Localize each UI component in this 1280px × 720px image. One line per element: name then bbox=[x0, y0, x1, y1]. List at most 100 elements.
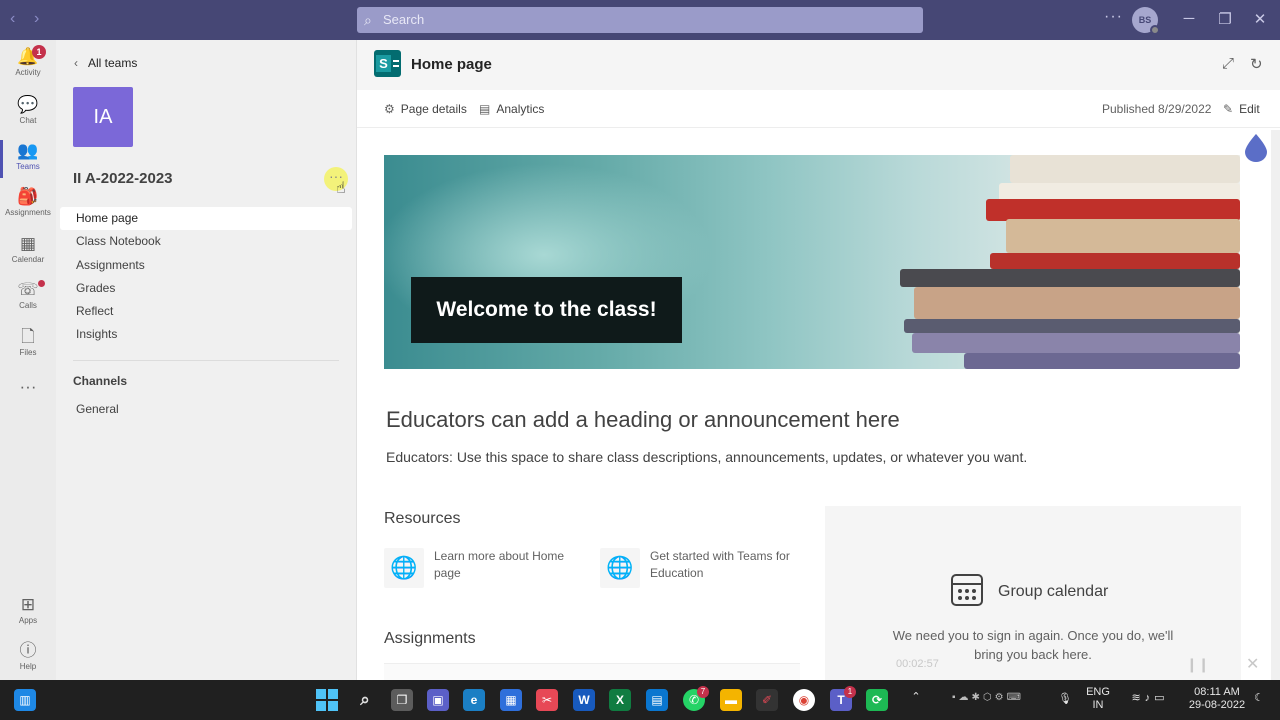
gear-icon: ⚙ bbox=[384, 102, 395, 116]
network-volume-battery[interactable]: ≋♪▭ bbox=[1120, 691, 1180, 709]
back-arrow-icon[interactable]: ‹ bbox=[10, 10, 15, 28]
chevron-left-icon: ‹ bbox=[74, 56, 78, 70]
search-icon: ⌕ bbox=[364, 12, 372, 28]
rail-item-help[interactable]: ⓘ Help bbox=[0, 636, 56, 682]
rail-item-apps[interactable]: ⊞ Apps bbox=[0, 590, 56, 636]
snipping-icon[interactable]: ✂ bbox=[536, 689, 558, 711]
taskbar: ▥ ⌕ ❐ ▣ e ▦ ✂ W X ▤ ✆ 7 ▬ ✐ ◉ T 1 ⟳ ⌃ ▪☁… bbox=[0, 680, 1280, 720]
announcement-text: Educators: Use this space to share class… bbox=[386, 449, 1028, 465]
lang-bottom: IN bbox=[1092, 699, 1104, 711]
rail-item-calls[interactable]: ☏ Calls bbox=[0, 275, 56, 321]
app-rail: 🔔 Activity 1 💬 Chat 👥 Teams 🎒 Assignment… bbox=[0, 40, 56, 680]
language-indicator[interactable]: ENG IN bbox=[1082, 686, 1114, 720]
user-avatar[interactable]: BS bbox=[1132, 7, 1160, 35]
more-icon: ··· bbox=[19, 377, 37, 396]
pause-icon[interactable]: ❙❙ bbox=[1186, 656, 1209, 673]
team-nav-assignments[interactable]: Assignments bbox=[60, 254, 352, 277]
rail-label: Calls bbox=[19, 301, 37, 310]
analytics-button[interactable]: ▤ Analytics bbox=[479, 102, 544, 116]
analytics-icon: ▤ bbox=[479, 102, 491, 116]
welcome-banner: Welcome to the class! bbox=[384, 155, 1240, 369]
avatar-initials: BS bbox=[1138, 15, 1152, 25]
rail-more-button[interactable]: ··· bbox=[0, 372, 56, 418]
edit-button[interactable]: ✎ Edit bbox=[1223, 102, 1260, 116]
team-nav-home-page[interactable]: Home page bbox=[60, 207, 352, 231]
team-nav-insights[interactable]: Insights bbox=[60, 323, 352, 346]
book-shape bbox=[990, 253, 1240, 269]
channel-general[interactable]: General bbox=[76, 402, 119, 416]
team-nav-grades[interactable]: Grades bbox=[60, 277, 352, 300]
clock-date: 29-08-2022 bbox=[1188, 699, 1246, 711]
all-teams-link[interactable]: ‹ All teams bbox=[74, 56, 137, 70]
refresh-icon[interactable]: ↻ bbox=[1250, 55, 1263, 73]
close-icon[interactable]: ✕ bbox=[1248, 10, 1272, 28]
maximize-icon[interactable]: ❐ bbox=[1213, 10, 1237, 28]
team-name: II A-2022-2023 bbox=[73, 170, 173, 187]
expand-icon[interactable]: ⤢ bbox=[1222, 55, 1234, 72]
calendar-icon: ▦ bbox=[19, 234, 37, 253]
rail-item-files[interactable]: 🗋 Files bbox=[0, 322, 56, 368]
minimize-icon[interactable]: ─ bbox=[1177, 10, 1201, 27]
rail-label: Apps bbox=[18, 616, 38, 625]
excel-icon[interactable]: X bbox=[609, 689, 631, 711]
start-button[interactable] bbox=[316, 689, 338, 711]
help-icon: ⓘ bbox=[19, 641, 37, 660]
forward-arrow-icon[interactable]: › bbox=[34, 10, 39, 28]
task-view-icon[interactable]: ❐ bbox=[391, 689, 413, 711]
search-input[interactable]: ⌕ Search bbox=[357, 7, 923, 33]
resource-label: Get started with Teams for Education bbox=[650, 549, 790, 580]
notification-icon[interactable]: ☾ bbox=[1252, 691, 1266, 709]
pen-icon[interactable]: ✐ bbox=[756, 689, 778, 711]
chevron-up-icon[interactable]: ⌃ bbox=[906, 690, 926, 710]
rail-item-calendar[interactable]: ▦ Calendar bbox=[0, 229, 56, 275]
chat-icon: 💬 bbox=[17, 95, 39, 114]
book-shape bbox=[964, 353, 1240, 369]
page-details-button[interactable]: ⚙ Page details bbox=[384, 102, 467, 116]
search-placeholder: Search bbox=[383, 12, 425, 27]
rail-item-teams[interactable]: 👥 Teams bbox=[0, 136, 56, 182]
settings-more-button[interactable]: ··· bbox=[1104, 8, 1123, 26]
book-shape bbox=[914, 287, 1240, 319]
team-nav-class-notebook[interactable]: Class Notebook bbox=[60, 230, 352, 253]
rail-item-assignments[interactable]: 🎒 Assignments bbox=[0, 182, 56, 228]
main-content: S Home page ⤢ ↻ ⚙ Page details ▤ Analytics… bbox=[356, 40, 1280, 680]
title-bar: ‹ › ⌕ Search ··· BS ─ ❐ ✕ bbox=[0, 0, 1280, 40]
edge-icon[interactable]: e bbox=[463, 689, 485, 711]
book-shape bbox=[904, 319, 1240, 333]
globe-icon: 🌐 bbox=[600, 548, 640, 588]
clock[interactable]: 08:11 AM 29-08-2022 bbox=[1184, 686, 1250, 720]
file-explorer-icon[interactable]: ▬ bbox=[720, 689, 742, 711]
close-overlay-icon[interactable]: ✕ bbox=[1246, 654, 1259, 674]
store-icon[interactable]: ▦ bbox=[500, 689, 522, 711]
drop-icon bbox=[1245, 134, 1267, 162]
activity-badge: 1 bbox=[32, 45, 46, 59]
rail-item-chat[interactable]: 💬 Chat bbox=[0, 90, 56, 136]
chrome-icon[interactable]: ◉ bbox=[793, 689, 815, 711]
windows-icon[interactable]: ▥ bbox=[14, 689, 36, 711]
microphone-icon[interactable]: 🎙 bbox=[1058, 692, 1072, 708]
search-taskbar-icon[interactable]: ⌕ bbox=[354, 689, 376, 711]
word-icon[interactable]: W bbox=[573, 689, 595, 711]
team-nav-reflect[interactable]: Reflect bbox=[60, 300, 352, 323]
rail-item-activity[interactable]: 🔔 Activity 1 bbox=[0, 42, 56, 88]
teams-chat-icon[interactable]: ▣ bbox=[427, 689, 449, 711]
resource-link[interactable]: 🌐 Learn more about Home page bbox=[384, 546, 574, 591]
teams-badge: 1 bbox=[844, 686, 856, 698]
scrollbar[interactable] bbox=[1271, 130, 1280, 680]
resource-link[interactable]: 🌐 Get started with Teams for Education bbox=[600, 546, 790, 591]
page-title: Home page bbox=[411, 56, 492, 73]
page-header: S Home page ⤢ ↻ bbox=[357, 40, 1280, 90]
pencil-icon: ✎ bbox=[1223, 102, 1234, 116]
clock-time: 08:11 AM bbox=[1194, 686, 1240, 698]
notepad-icon[interactable]: ▤ bbox=[646, 689, 668, 711]
banner-title: Welcome to the class! bbox=[411, 277, 682, 343]
page-details-label: Page details bbox=[400, 102, 467, 116]
book-shape bbox=[912, 333, 1240, 353]
tray-icons[interactable]: ▪☁✱⬡⚙⌨ bbox=[928, 692, 1048, 708]
book-shape bbox=[900, 269, 1240, 287]
phone-icon: ☏ bbox=[17, 280, 39, 299]
calendar-icon bbox=[951, 574, 983, 606]
sharepoint-icon: S bbox=[374, 50, 401, 77]
team-nav: Home page Class Notebook Assignments Gra… bbox=[60, 207, 352, 347]
screen-recorder-icon[interactable]: ⟳ bbox=[866, 689, 888, 711]
